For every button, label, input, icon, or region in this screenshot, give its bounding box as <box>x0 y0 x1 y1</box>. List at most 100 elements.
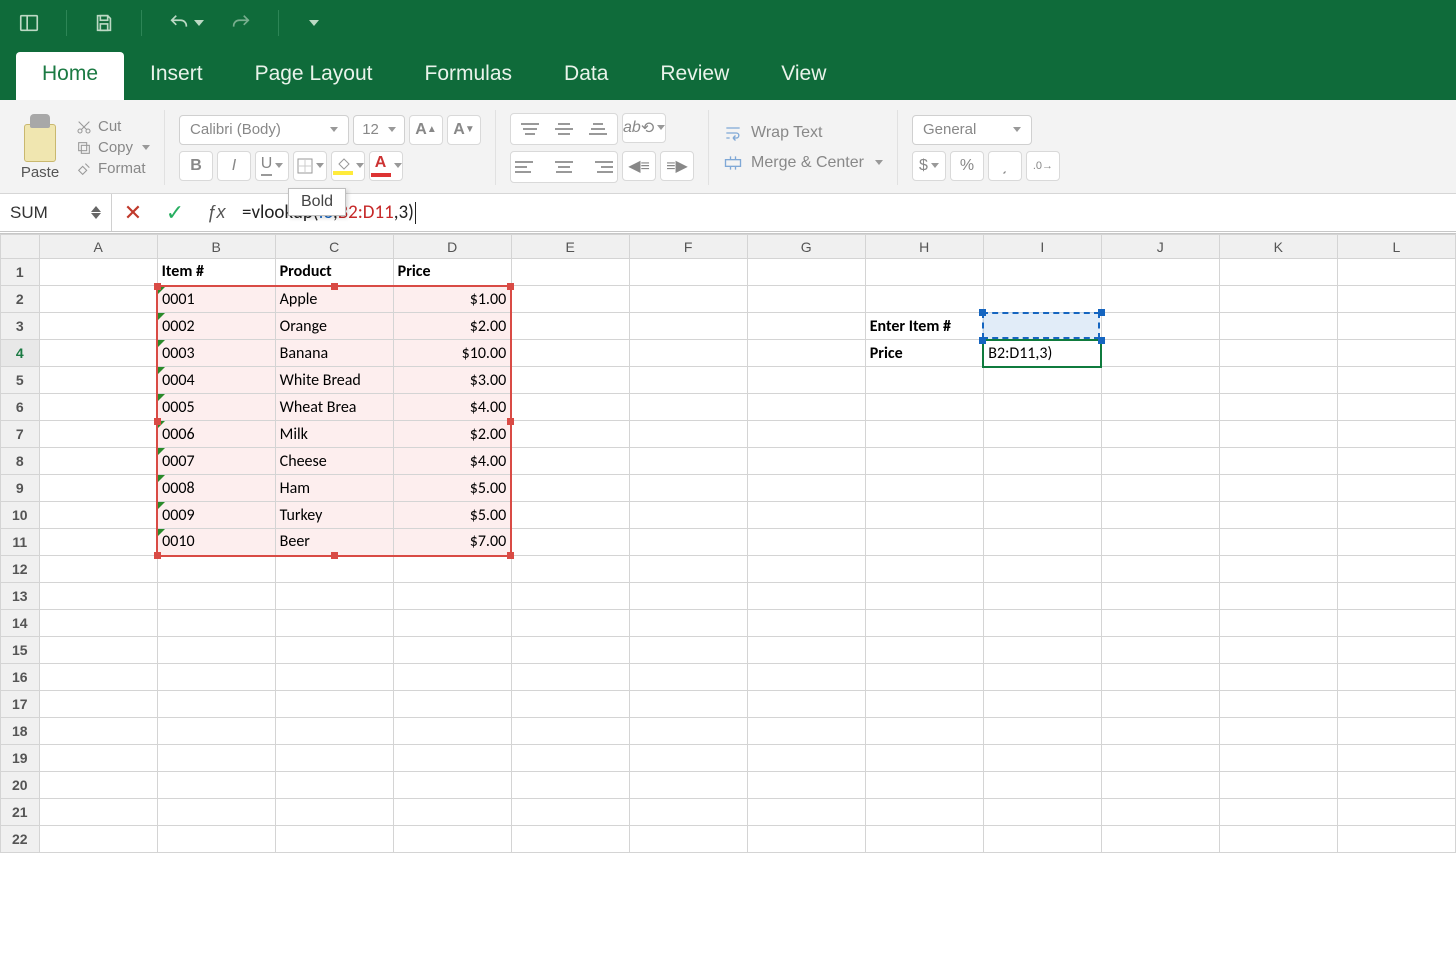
cell-G3[interactable] <box>747 313 865 340</box>
col-header-E[interactable]: E <box>511 235 629 259</box>
cell-D4[interactable]: $10.00 <box>393 340 511 367</box>
cell-E17[interactable] <box>511 691 629 718</box>
cell-L16[interactable] <box>1337 664 1455 691</box>
cell-F14[interactable] <box>629 610 747 637</box>
cell-J11[interactable] <box>1101 529 1219 556</box>
cell-L5[interactable] <box>1337 367 1455 394</box>
cell-E3[interactable] <box>511 313 629 340</box>
cell-H5[interactable] <box>865 367 983 394</box>
cell-K11[interactable] <box>1219 529 1337 556</box>
cell-F2[interactable] <box>629 286 747 313</box>
cell-E19[interactable] <box>511 745 629 772</box>
cell-B5[interactable]: 0004 <box>157 367 275 394</box>
cell-K3[interactable] <box>1219 313 1337 340</box>
decrease-indent-button[interactable]: ◀≡ <box>622 151 656 181</box>
fx-icon[interactable]: ƒx <box>196 202 236 223</box>
cell-I13[interactable] <box>983 583 1101 610</box>
cell-B9[interactable]: 0008 <box>157 475 275 502</box>
cell-E14[interactable] <box>511 610 629 637</box>
cell-L2[interactable] <box>1337 286 1455 313</box>
cell-F5[interactable] <box>629 367 747 394</box>
cell-H11[interactable] <box>865 529 983 556</box>
cell-A4[interactable] <box>39 340 157 367</box>
cell-D18[interactable] <box>393 718 511 745</box>
cell-C22[interactable] <box>275 826 393 853</box>
cell-I22[interactable] <box>983 826 1101 853</box>
cell-I3[interactable] <box>983 313 1101 340</box>
cell-H17[interactable] <box>865 691 983 718</box>
cell-F10[interactable] <box>629 502 747 529</box>
format-painter-button[interactable]: Format <box>76 160 150 177</box>
cell-K9[interactable] <box>1219 475 1337 502</box>
cell-C6[interactable]: Wheat Brea <box>275 394 393 421</box>
cell-A22[interactable] <box>39 826 157 853</box>
cell-E13[interactable] <box>511 583 629 610</box>
font-color-button[interactable]: A <box>369 151 403 181</box>
cell-L7[interactable] <box>1337 421 1455 448</box>
cell-F8[interactable] <box>629 448 747 475</box>
cell-G14[interactable] <box>747 610 865 637</box>
cell-B19[interactable] <box>157 745 275 772</box>
cell-E6[interactable] <box>511 394 629 421</box>
cell-J19[interactable] <box>1101 745 1219 772</box>
cell-J20[interactable] <box>1101 772 1219 799</box>
cell-K10[interactable] <box>1219 502 1337 529</box>
cell-B1[interactable]: Item # <box>157 259 275 286</box>
cell-K5[interactable] <box>1219 367 1337 394</box>
cell-L20[interactable] <box>1337 772 1455 799</box>
percent-button[interactable]: % <box>950 151 984 181</box>
cell-H19[interactable] <box>865 745 983 772</box>
cell-D10[interactable]: $5.00 <box>393 502 511 529</box>
cell-D1[interactable]: Price <box>393 259 511 286</box>
cell-L22[interactable] <box>1337 826 1455 853</box>
cell-D11[interactable]: $7.00 <box>393 529 511 556</box>
cell-G5[interactable] <box>747 367 865 394</box>
italic-button[interactable]: I <box>217 151 251 181</box>
row-header-20[interactable]: 20 <box>1 772 40 799</box>
cell-C17[interactable] <box>275 691 393 718</box>
wrap-text-button[interactable]: Wrap Text <box>723 123 883 143</box>
cell-D22[interactable] <box>393 826 511 853</box>
row-header-21[interactable]: 21 <box>1 799 40 826</box>
cell-G22[interactable] <box>747 826 865 853</box>
select-all-corner[interactable] <box>1 235 40 259</box>
cell-E21[interactable] <box>511 799 629 826</box>
cell-L1[interactable] <box>1337 259 1455 286</box>
cell-G17[interactable] <box>747 691 865 718</box>
cell-D5[interactable]: $3.00 <box>393 367 511 394</box>
cell-H16[interactable] <box>865 664 983 691</box>
cell-I12[interactable] <box>983 556 1101 583</box>
cell-I5[interactable] <box>983 367 1101 394</box>
cell-E4[interactable] <box>511 340 629 367</box>
cell-J8[interactable] <box>1101 448 1219 475</box>
cell-B8[interactable]: 0007 <box>157 448 275 475</box>
cell-K13[interactable] <box>1219 583 1337 610</box>
cell-G12[interactable] <box>747 556 865 583</box>
cell-C16[interactable] <box>275 664 393 691</box>
cell-G13[interactable] <box>747 583 865 610</box>
cell-I2[interactable] <box>983 286 1101 313</box>
cell-H15[interactable] <box>865 637 983 664</box>
cell-L14[interactable] <box>1337 610 1455 637</box>
cell-I21[interactable] <box>983 799 1101 826</box>
row-header-7[interactable]: 7 <box>1 421 40 448</box>
cell-G10[interactable] <box>747 502 865 529</box>
cell-G8[interactable] <box>747 448 865 475</box>
cell-F22[interactable] <box>629 826 747 853</box>
cell-J4[interactable] <box>1101 340 1219 367</box>
row-header-17[interactable]: 17 <box>1 691 40 718</box>
cell-D9[interactable]: $5.00 <box>393 475 511 502</box>
copy-button[interactable]: Copy <box>76 139 150 156</box>
cell-F6[interactable] <box>629 394 747 421</box>
cell-B4[interactable]: 0003 <box>157 340 275 367</box>
cell-D16[interactable] <box>393 664 511 691</box>
font-name-select[interactable]: Calibri (Body) <box>179 115 349 145</box>
row-header-2[interactable]: 2 <box>1 286 40 313</box>
cell-E2[interactable] <box>511 286 629 313</box>
bold-button[interactable]: B <box>179 151 213 181</box>
cell-A7[interactable] <box>39 421 157 448</box>
cell-D3[interactable]: $2.00 <box>393 313 511 340</box>
cell-J15[interactable] <box>1101 637 1219 664</box>
currency-button[interactable]: $ <box>912 151 946 181</box>
cell-A3[interactable] <box>39 313 157 340</box>
